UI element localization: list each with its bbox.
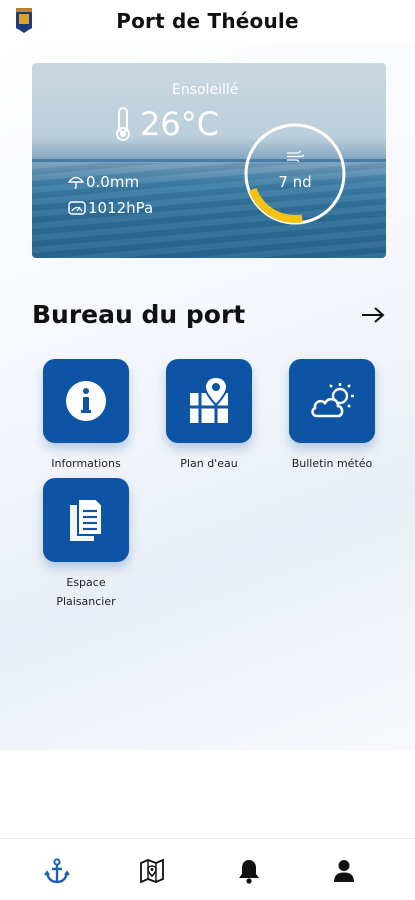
rain-value: 0.0mm <box>86 173 140 191</box>
bottom-navigation <box>0 838 415 900</box>
tile-label: Bulletin météo <box>291 457 373 470</box>
nav-map[interactable] <box>138 857 166 885</box>
tile-label: Espace Plaisancier <box>26 573 146 611</box>
map-icon <box>140 858 164 884</box>
thermometer-icon <box>116 107 130 141</box>
nav-notifications[interactable] <box>235 857 263 885</box>
plan-d-eau-button[interactable] <box>166 359 252 443</box>
informations-button[interactable] <box>43 359 129 443</box>
tile-plan-d-eau[interactable]: Plan d'eau <box>149 359 269 473</box>
wind-gauge-fill <box>248 187 303 223</box>
documents-icon <box>70 498 103 541</box>
tile-bulletin-meteo[interactable]: Bulletin météo <box>272 359 392 473</box>
tile-label-line2: Plaisancier <box>56 595 116 608</box>
pressure-row: 1012hPa <box>68 199 153 217</box>
tile-espace-plaisancier[interactable]: Espace Plaisancier <box>26 478 146 611</box>
nav-profile[interactable] <box>330 857 358 885</box>
weather-condition: Ensoleillé <box>172 82 239 98</box>
app-header: Port de Théoule <box>0 0 415 42</box>
tile-label: Plan d'eau <box>180 457 238 470</box>
cloud-sun-icon <box>311 383 354 418</box>
page-title: Port de Théoule <box>116 9 299 33</box>
tile-informations[interactable]: Informations <box>26 359 146 473</box>
anchor-icon <box>44 858 70 884</box>
map-pin-icon <box>190 375 229 423</box>
umbrella-icon <box>68 176 84 189</box>
gauge-icon <box>68 201 86 215</box>
tile-label-line1: Espace <box>66 576 106 589</box>
bulletin-meteo-button[interactable] <box>289 359 375 443</box>
temperature-row: 26°C <box>114 105 219 143</box>
arrow-right-icon[interactable] <box>360 305 386 325</box>
nav-anchor[interactable] <box>43 857 71 885</box>
wind-icon <box>287 150 304 163</box>
temperature-value: 26°C <box>140 105 220 143</box>
port-crest-icon <box>16 8 32 33</box>
weather-card[interactable]: Ensoleillé 26°C 0.0mm 1012hPa 7 nd <box>32 63 386 258</box>
wind-speed: 7 nd <box>278 173 312 191</box>
info-icon <box>66 381 106 421</box>
tile-label: Informations <box>51 457 121 470</box>
pressure-value: 1012hPa <box>88 199 154 217</box>
section-title: Bureau du port <box>32 300 246 329</box>
rain-row: 0.0mm <box>68 173 139 191</box>
user-icon <box>334 860 354 882</box>
bell-icon <box>239 860 259 884</box>
espace-plaisancier-button[interactable] <box>43 478 129 562</box>
